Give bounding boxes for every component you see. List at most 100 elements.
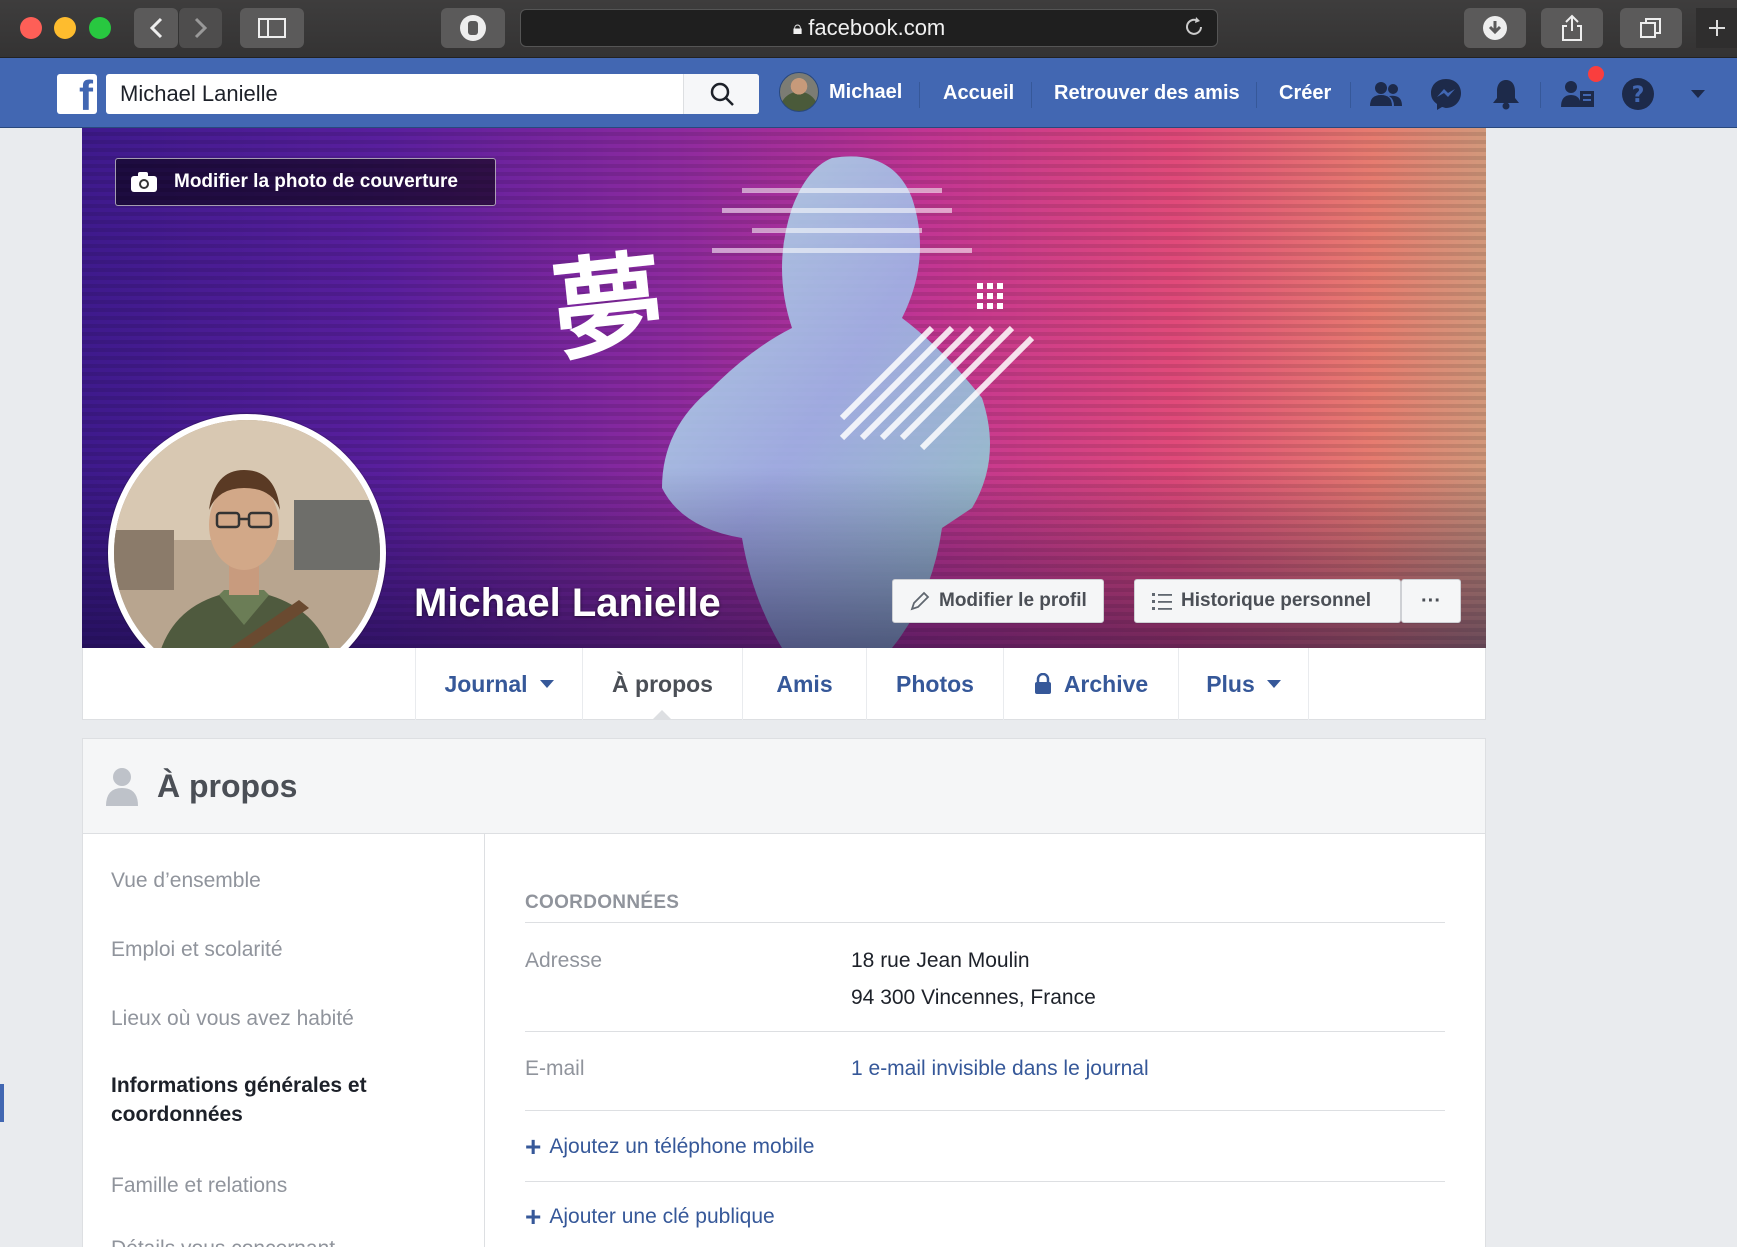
- camera-icon: [131, 172, 157, 192]
- tab-label: À propos: [612, 670, 713, 697]
- friend-requests-icon[interactable]: [1560, 76, 1596, 112]
- person-icon: [106, 768, 138, 806]
- email-label: E-mail: [525, 1057, 585, 1080]
- download-icon: [1483, 16, 1507, 40]
- notification-badge: [1588, 66, 1604, 82]
- share-button[interactable]: [1541, 8, 1603, 48]
- notifications-icon[interactable]: [1488, 76, 1524, 112]
- list-icon: [1152, 593, 1172, 610]
- friends-icon[interactable]: [1368, 76, 1404, 112]
- pencil-icon: [910, 591, 930, 611]
- edit-cover-photo-button[interactable]: Modifier la photo de couverture: [115, 158, 496, 206]
- activity-log-button[interactable]: Historique personnel: [1134, 579, 1401, 623]
- nav-profile-link[interactable]: Michael: [779, 72, 902, 112]
- nav-home-link[interactable]: Accueil: [943, 82, 1014, 105]
- page-title: À propos: [157, 767, 298, 804]
- downloads-button[interactable]: [1464, 8, 1526, 48]
- search-button[interactable]: [683, 74, 759, 114]
- nav-divider: [919, 82, 920, 108]
- close-window-button[interactable]: [20, 17, 42, 39]
- lock-icon: 🔒︎: [792, 17, 803, 38]
- back-button[interactable]: [134, 8, 178, 48]
- chevron-down-icon: [539, 680, 554, 688]
- cover-kanji: 夢: [546, 237, 670, 378]
- add-public-key-link[interactable]: + Ajouter une clé publique: [525, 1203, 775, 1231]
- sidebar-item-family[interactable]: Famille et relations: [111, 1171, 441, 1200]
- search-input[interactable]: [106, 74, 686, 114]
- tab-more[interactable]: Plus: [1178, 648, 1309, 720]
- tab-photos[interactable]: Photos: [866, 648, 1003, 720]
- nav-divider: [1031, 82, 1032, 108]
- messenger-icon[interactable]: [1428, 76, 1464, 112]
- forward-icon: [194, 17, 207, 39]
- search-icon: [710, 82, 734, 106]
- address-line-2: 94 300 Vincennes, France: [851, 986, 1096, 1009]
- address-bar[interactable]: 🔒︎ facebook.com: [520, 9, 1218, 47]
- dropdown-caret-icon[interactable]: [1680, 76, 1716, 112]
- zoom-window-button[interactable]: [89, 17, 111, 39]
- divider: [525, 922, 1445, 923]
- more-options-button[interactable]: ···: [1401, 579, 1461, 623]
- profile-tabs: Journal À propos Amis Photos Archive Plu…: [82, 648, 1486, 720]
- tabs-icon: [1640, 18, 1661, 38]
- edit-cover-label: Modifier la photo de couverture: [174, 171, 458, 192]
- nav-divider: [1256, 82, 1257, 108]
- chevron-down-icon: [1266, 680, 1281, 688]
- back-icon: [149, 17, 163, 39]
- sidebar-item-overview[interactable]: Vue d’ensemble: [111, 866, 441, 895]
- forward-button[interactable]: [178, 8, 222, 48]
- email-link[interactable]: 1 e-mail invisible dans le journal: [851, 1057, 1149, 1081]
- extension-button[interactable]: [441, 8, 505, 48]
- edit-profile-button[interactable]: Modifier le profil: [892, 579, 1104, 623]
- reload-icon[interactable]: [1183, 16, 1205, 44]
- sidebar-item-details[interactable]: Détails vous concernant: [111, 1234, 441, 1247]
- plus-icon: +: [525, 1201, 542, 1232]
- nav-divider: [1350, 82, 1351, 108]
- avatar: [779, 72, 819, 112]
- sidebar-toggle-button[interactable]: [240, 8, 304, 48]
- active-tab-pointer: [652, 710, 672, 720]
- nav-user-name: Michael: [829, 80, 903, 103]
- more-options-icon: ···: [1421, 589, 1441, 612]
- new-tab-button[interactable]: [1696, 8, 1737, 48]
- tab-journal[interactable]: Journal: [415, 648, 582, 720]
- section-title: COORDONNÉES: [525, 892, 680, 913]
- facebook-header: f Michael Accueil Retrouver des amis Cré…: [0, 58, 1737, 128]
- activity-log-label: Historique personnel: [1181, 590, 1372, 611]
- sidebar-item-work-education[interactable]: Emploi et scolarité: [111, 935, 441, 964]
- tab-label: Journal: [444, 670, 528, 697]
- sidebar-item-places-lived[interactable]: Lieux où vous avez habité: [111, 1004, 441, 1033]
- add-mobile-label: Ajoutez un téléphone mobile: [549, 1135, 815, 1158]
- nav-divider: [1540, 82, 1541, 108]
- tab-friends[interactable]: Amis: [742, 648, 866, 720]
- browser-toolbar: 🔒︎ facebook.com: [0, 0, 1737, 58]
- active-sidebar-indicator: [0, 1084, 4, 1122]
- tab-label: Plus: [1206, 670, 1255, 697]
- add-mobile-phone-link[interactable]: + Ajoutez un téléphone mobile: [525, 1133, 814, 1161]
- divider: [525, 1110, 1445, 1111]
- about-header: À propos: [83, 739, 1485, 834]
- minimize-window-button[interactable]: [54, 17, 76, 39]
- nav-find-friends-link[interactable]: Retrouver des amis: [1054, 82, 1240, 105]
- sidebar-item-contact-info[interactable]: Informations générales et coordonnées: [111, 1071, 441, 1129]
- facebook-logo[interactable]: f: [57, 74, 97, 114]
- divider: [525, 1181, 1445, 1182]
- lock-icon: [1034, 673, 1051, 694]
- about-section: À propos Vue d’ensemble Emploi et scolar…: [82, 738, 1486, 1247]
- help-icon[interactable]: ?: [1620, 76, 1656, 112]
- new-tab-icon: [1708, 20, 1725, 36]
- extension-hand-icon: [460, 15, 486, 41]
- address-line-1: 18 rue Jean Moulin: [851, 949, 1030, 972]
- tab-label: Amis: [776, 670, 833, 697]
- add-key-label: Ajouter une clé publique: [549, 1205, 775, 1228]
- divider: [525, 1031, 1445, 1032]
- search-box: [106, 74, 759, 114]
- tab-label: Photos: [896, 670, 974, 697]
- tabs-overview-button[interactable]: [1620, 8, 1682, 48]
- plus-icon: +: [525, 1131, 542, 1162]
- nav-create-link[interactable]: Créer: [1279, 82, 1331, 105]
- about-sidebar: Vue d’ensemble Emploi et scolarité Lieux…: [83, 834, 485, 1247]
- tab-label: Archive: [1063, 670, 1149, 697]
- tab-archive[interactable]: Archive: [1003, 648, 1178, 720]
- profile-name[interactable]: Michael Lanielle: [414, 581, 721, 626]
